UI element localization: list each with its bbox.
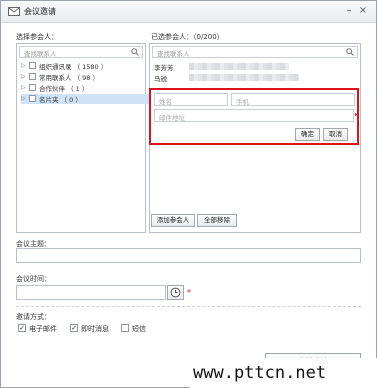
name-placeholder: 姓名 xyxy=(159,98,172,106)
tree-checkbox[interactable] xyxy=(29,62,36,69)
tree-item-frequent-contacts[interactable]: ▷ 常用联系人 （ 98 ） xyxy=(21,72,149,82)
tree-item-label: 合作伙伴 （ 1 ） xyxy=(39,85,89,93)
expand-icon[interactable]: ▷ xyxy=(21,84,27,92)
participant-name: 李芳芳 xyxy=(154,64,174,72)
close-icon[interactable]: × xyxy=(357,5,369,17)
time-label: 会议时间： xyxy=(16,275,51,283)
selected-participants-label: 已选参会人：（0/200） xyxy=(151,33,224,41)
tree-checkbox[interactable] xyxy=(29,95,36,102)
tree-item-org-directory[interactable]: ▷ 组织通讯录 （ 1580 ） xyxy=(21,61,149,71)
minimize-icon[interactable]: – xyxy=(343,5,355,17)
left-search-input[interactable]: 查找联系人 xyxy=(19,46,143,58)
search-icon[interactable] xyxy=(131,48,139,56)
cancel-button[interactable]: 取消 xyxy=(323,128,348,141)
tree-item-label: 常用联系人 （ 98 ） xyxy=(39,74,99,82)
sms-checkbox[interactable] xyxy=(121,324,129,332)
participant-name: 马锐 xyxy=(154,75,167,83)
required-mark: * xyxy=(187,288,191,297)
redacted-contact-info xyxy=(189,74,299,81)
im-checkbox[interactable]: ✓ xyxy=(70,324,78,332)
window-title: 会议邀请 xyxy=(24,7,56,16)
expand-icon[interactable]: ▷ xyxy=(21,95,27,103)
contact-tree-panel: 查找联系人 ▷ 组织通讯录 （ 1580 ） ▷ 常用联系人 （ 98 ） ▷ … xyxy=(16,43,149,233)
watermark: www.pttcn.net xyxy=(190,358,377,388)
remove-all-button[interactable]: 全部移除 xyxy=(197,214,237,227)
sms-option-label: 短信 xyxy=(132,325,146,333)
subject-input[interactable] xyxy=(16,248,361,263)
time-picker-button[interactable] xyxy=(167,285,184,300)
add-participant-button[interactable]: 添加参会人 xyxy=(151,214,195,227)
title-bar: 会议邀请 – × xyxy=(1,1,376,23)
expand-icon[interactable]: ▷ xyxy=(21,62,27,70)
email-placeholder: 邮件地址 xyxy=(159,114,185,122)
new-contact-form: 姓名 手机 邮件地址 ▸ 确定 取消 xyxy=(149,88,359,145)
expand-icon[interactable]: ▷ xyxy=(21,73,27,81)
name-input[interactable]: 姓名 xyxy=(154,93,228,106)
arrow-right-icon: ▸ xyxy=(355,111,359,118)
email-checkbox[interactable]: ✓ xyxy=(18,324,26,332)
clock-icon xyxy=(170,287,181,298)
divider xyxy=(16,306,361,307)
meeting-invite-dialog: 会议邀请 – × 选择参会人： 查找联系人 ▷ 组织通讯录 （ 1580 ） ▷… xyxy=(0,0,377,388)
email-input[interactable]: 邮件地址 xyxy=(154,109,354,122)
right-search-placeholder: 查找联系人 xyxy=(157,50,190,58)
left-search-placeholder: 查找联系人 xyxy=(24,50,57,58)
invite-method-label: 邀请方式： xyxy=(16,313,51,321)
phone-placeholder: 手机 xyxy=(236,98,249,106)
im-option-label: 即时消息 xyxy=(81,325,109,333)
email-option-label: 电子邮件 xyxy=(29,325,57,333)
time-input[interactable] xyxy=(16,285,166,300)
tree-item-label: 名片夹 （ 0 ） xyxy=(39,96,82,104)
tree-checkbox[interactable] xyxy=(29,73,36,80)
right-search-input[interactable]: 查找联系人 xyxy=(152,46,358,58)
envelope-icon xyxy=(8,7,20,16)
search-icon[interactable] xyxy=(346,48,354,56)
confirm-button[interactable]: 确定 xyxy=(295,128,320,141)
tree-item-partners[interactable]: ▷ 合作伙伴 （ 1 ） xyxy=(21,83,149,93)
tree-item-label: 组织通讯录 （ 1580 ） xyxy=(39,63,108,71)
select-participants-label: 选择参会人： xyxy=(16,33,58,41)
redacted-contact-info xyxy=(189,63,289,70)
tree-checkbox[interactable] xyxy=(29,84,36,91)
phone-input[interactable]: 手机 xyxy=(231,93,355,106)
tree-item-business-cards[interactable]: ▷ 名片夹 （ 0 ） xyxy=(21,94,149,104)
